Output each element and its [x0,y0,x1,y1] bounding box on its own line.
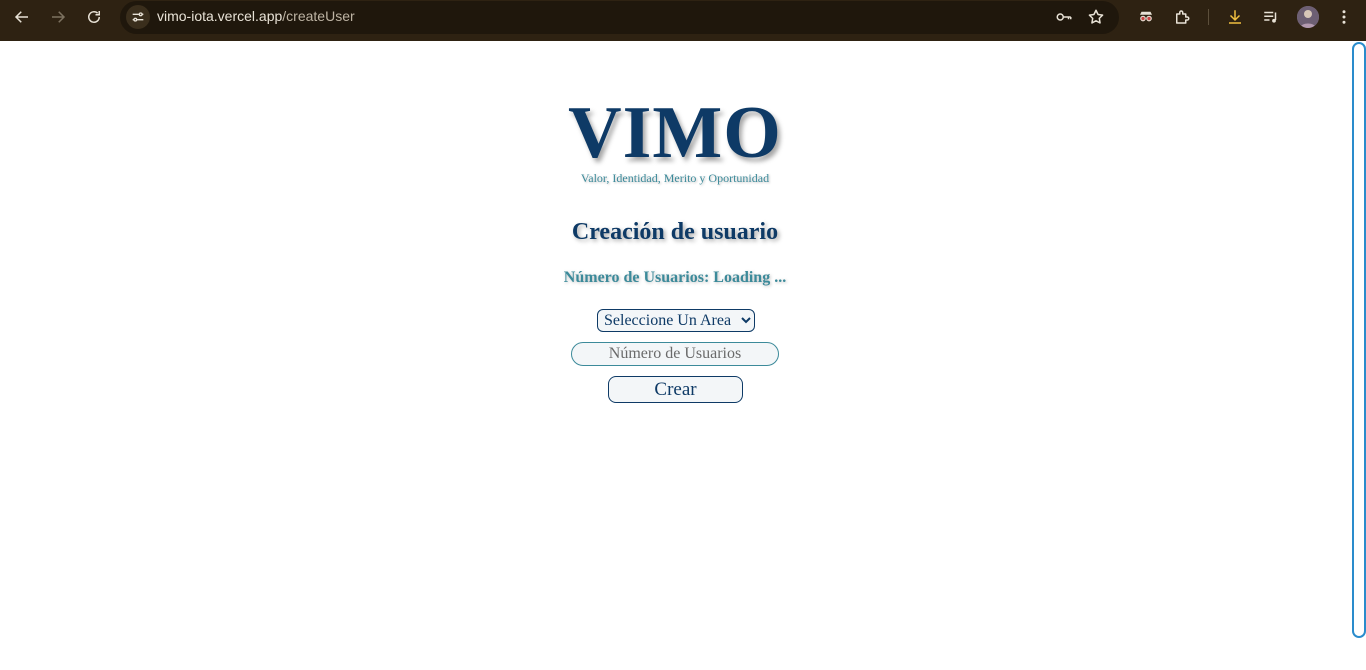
user-count-label: Número de Usuarios: [563,269,710,286]
user-count-value: Loading ... [713,269,787,286]
browser-toolbar: vimo-iota.vercel.app/createUser [0,0,1366,41]
key-icon[interactable] [1051,5,1077,29]
avatar[interactable] [1297,6,1319,28]
address-bar[interactable]: vimo-iota.vercel.app/createUser [120,1,1119,34]
url-text[interactable]: vimo-iota.vercel.app/createUser [157,8,355,24]
user-quantity-input[interactable] [571,342,779,366]
logo: VIMO [568,92,782,174]
page-title: Creación de usuario [571,219,779,245]
puzzle-extension-icon[interactable] [1169,5,1195,29]
back-arrow-icon[interactable] [9,5,35,29]
url-host: vimo-iota.vercel.app [157,8,283,24]
forward-arrow-icon[interactable] [45,5,71,29]
media-queue-icon[interactable] [1258,5,1284,29]
create-button[interactable]: Crear [608,376,743,403]
toolbar-divider [1208,9,1209,25]
area-select[interactable]: Seleccione Un Area [597,309,755,332]
reload-icon[interactable] [81,5,107,29]
site-info-icon[interactable] [126,5,150,29]
user-count: Número de Usuarios: Loading ... [0,269,1350,287]
page-content: VIMO Valor, Identidad, Merito y Oportuni… [0,41,1350,670]
scrollbar-thumb[interactable] [1352,42,1366,638]
url-path: /createUser [282,8,355,24]
scrollbar[interactable] [1350,41,1366,670]
star-icon[interactable] [1083,5,1109,29]
incognito-glasses-icon[interactable] [1133,5,1159,29]
logo-tagline: Valor, Identidad, Merito y Oportunidad [580,171,770,185]
download-icon[interactable] [1222,5,1248,29]
kebab-menu-icon[interactable] [1331,5,1357,29]
